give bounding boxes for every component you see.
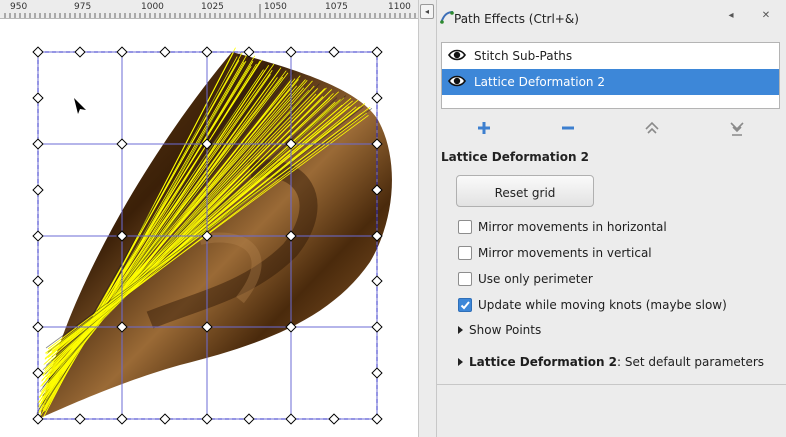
path-effects-dialog: Path Effects (Ctrl+&) ◂ ✕ Stitch Sub-Pat…	[437, 0, 786, 437]
ruler-label: 1075	[325, 2, 348, 12]
ruler-label: 950	[10, 2, 28, 12]
lattice-knot	[243, 413, 255, 425]
dock-collapse-icon[interactable]: ◂	[420, 4, 434, 19]
lattice-knot	[32, 184, 44, 196]
effect-name: Stitch Sub-Paths	[474, 49, 573, 63]
lattice-knot	[371, 367, 383, 379]
lattice-knot	[32, 138, 44, 150]
show-points-expander[interactable]: Show Points	[458, 323, 541, 339]
add-effect-icon[interactable]	[474, 118, 494, 138]
lattice-knot	[74, 413, 86, 425]
mouse-pointer-icon	[74, 98, 86, 114]
lattice-knot	[32, 230, 44, 242]
canvas-drawing	[32, 46, 392, 425]
eye-visible-icon[interactable]	[448, 48, 466, 62]
lattice-knot	[116, 413, 128, 425]
eye-visible-icon[interactable]	[448, 74, 466, 88]
lattice-knot	[328, 46, 340, 58]
use-only-perimeter-checkbox[interactable]: Use only perimeter	[458, 271, 758, 289]
drawing-canvas[interactable]	[0, 19, 418, 437]
lattice-knot	[32, 321, 44, 333]
lattice-knot	[243, 46, 255, 58]
effect-name: Lattice Deformation 2	[474, 75, 605, 89]
lattice-knot	[74, 46, 86, 58]
checkbox-label: Update while moving knots (maybe slow)	[478, 298, 727, 312]
lattice-knot	[328, 413, 340, 425]
lattice-knot	[201, 46, 213, 58]
reset-grid-button[interactable]: Reset grid	[456, 175, 594, 207]
lattice-knot	[371, 413, 383, 425]
ruler-label: 975	[74, 2, 92, 12]
lattice-knot	[32, 92, 44, 104]
checkbox-box[interactable]	[458, 246, 472, 260]
lattice-knot	[371, 46, 383, 58]
lattice-knot	[371, 275, 383, 287]
expander-label: Show Points	[469, 323, 542, 337]
checkbox-label: Mirror movements in vertical	[478, 246, 652, 260]
effect-row-lattice-deformation-2[interactable]: Lattice Deformation 2	[442, 69, 779, 95]
path-effects-icon	[440, 11, 454, 24]
lattice-knot	[116, 138, 128, 150]
lattice-knot	[32, 367, 44, 379]
dialog-header: Path Effects (Ctrl+&) ◂ ✕	[437, 0, 786, 34]
expander-arrow-icon	[458, 326, 463, 334]
expander-arrow-icon	[458, 358, 463, 366]
lattice-knot	[32, 46, 44, 58]
iconify-icon[interactable]: ◂	[724, 9, 738, 23]
checkbox-label: Mirror movements in horizontal	[478, 220, 667, 234]
checkbox-box[interactable]	[458, 298, 472, 312]
checkbox-label: Use only perimeter	[478, 272, 593, 286]
lattice-knot	[201, 413, 213, 425]
effect-settings-heading: Lattice Deformation 2	[441, 150, 590, 164]
update-while-moving-checkbox[interactable]: Update while moving knots (maybe slow)	[458, 297, 758, 315]
effect-row-stitch-sub-paths[interactable]: Stitch Sub-Paths	[442, 43, 779, 69]
raise-effect-icon[interactable]	[642, 118, 662, 138]
ruler-label: 1025	[201, 2, 224, 12]
lower-effect-icon[interactable]	[727, 118, 747, 138]
lattice-knot	[32, 275, 44, 287]
checkbox-box[interactable]	[458, 272, 472, 286]
lattice-knot	[371, 321, 383, 333]
checkmark-icon	[460, 301, 470, 310]
ruler-label: 1000	[141, 2, 164, 12]
canvas-vertical-scrollbar[interactable]	[418, 0, 437, 437]
lattice-knot	[116, 46, 128, 58]
lattice-knot	[285, 46, 297, 58]
lattice-knot	[371, 92, 383, 104]
defaults-label: : Set default parameters	[617, 355, 765, 369]
dialog-title: Path Effects (Ctrl+&)	[454, 12, 579, 26]
separator	[437, 384, 786, 385]
ruler-label: 1050	[264, 2, 287, 12]
remove-effect-icon[interactable]	[558, 118, 578, 138]
mirror-vertical-checkbox[interactable]: Mirror movements in vertical	[458, 245, 758, 263]
checkbox-box[interactable]	[458, 220, 472, 234]
mirror-horizontal-checkbox[interactable]: Mirror movements in horizontal	[458, 219, 758, 237]
horizontal-ruler: 950 975 1000 1025 1050 1075 1100	[0, 0, 418, 19]
lattice-knot	[159, 46, 171, 58]
ruler-label: 1100	[388, 2, 411, 12]
lattice-knot	[285, 413, 297, 425]
defaults-effect-name: Lattice Deformation 2	[469, 355, 618, 369]
default-parameters-expander[interactable]: Lattice Deformation 2: Set default param…	[458, 355, 764, 371]
lattice-knot	[159, 413, 171, 425]
close-icon[interactable]: ✕	[759, 9, 773, 23]
effects-list[interactable]: Stitch Sub-Paths Lattice Deformation 2	[441, 42, 780, 109]
